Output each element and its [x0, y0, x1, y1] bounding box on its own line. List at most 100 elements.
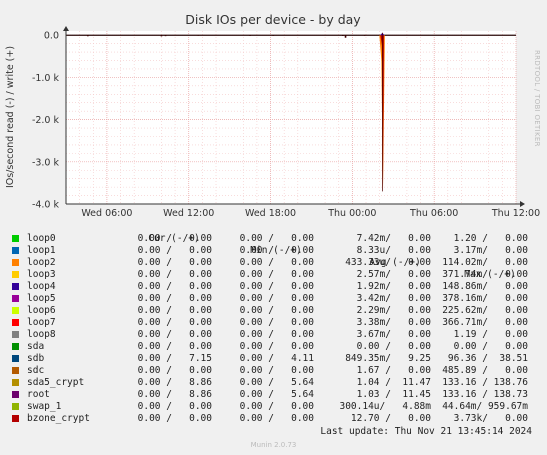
legend-cur: 0.00 / 0.00: [137, 233, 212, 244]
legend-avg: 7.42m/ 0.00: [356, 233, 431, 244]
legend-max: 96.36 / 38.51: [447, 353, 528, 364]
legend-series-name: loop8: [27, 329, 56, 340]
legend-cur: 0.00 / 0.00: [137, 293, 212, 304]
y-tick-label: -1.0 k: [32, 73, 60, 84]
x-tick-label: Wed 06:00: [81, 208, 132, 219]
legend-min: 0.00 / 4.11: [239, 353, 314, 364]
legend-avg: 1.03 / 11.45: [356, 389, 431, 400]
legend-min: 0.00 / 0.00: [239, 293, 314, 304]
legend-swatch: [12, 403, 19, 410]
legend-swatch: [12, 307, 19, 314]
legend-row: loop5 0.00 / 0.00 0.00 / 0.00 3.42m/ 0.00 37…: [12, 293, 528, 305]
legend-series-name: sdc: [27, 365, 45, 376]
x-tick-label: Thu 12:00: [491, 208, 540, 219]
legend-series-name: sdb: [27, 353, 45, 364]
legend-cur: 0.00 / 0.00: [137, 305, 212, 316]
legend-row: swap_1 0.00 / 0.00 0.00 / 0.00 300.14u/ 4.8…: [12, 401, 528, 413]
legend-avg: 2.57m/ 0.00: [356, 269, 431, 280]
legend-series-name: sda: [27, 341, 45, 352]
plot-area: [66, 31, 516, 204]
legend-row: sda 0.00 / 0.00 0.00 / 0.00 0.00 / 0.00 0.00…: [12, 341, 528, 353]
y-tick-label: 0.0: [44, 31, 59, 42]
last-update: Last update: Thu Nov 21 13:45:14 2024: [320, 426, 532, 437]
legend-series-name: loop1: [27, 245, 56, 256]
legend-header: Cur (-/+) Min (-/+) Avg (-/+) Max (-/+): [12, 221, 515, 280]
y-axis-label: IOs/second read (-) / write (+): [5, 46, 16, 188]
legend-max: 3.17m/ 0.00: [453, 245, 528, 256]
legend-min: 0.00 / 0.00: [239, 305, 314, 316]
legend-avg: 1.04 / 11.47: [356, 377, 431, 388]
x-tick-label: Thu 06:00: [409, 208, 458, 219]
y-tick-label: -3.0 k: [32, 157, 60, 168]
legend-row: loop3 0.00 / 0.00 0.00 / 0.00 2.57m/ 0.00 37…: [12, 269, 528, 281]
legend-avg: 300.14u/ 4.88m: [339, 401, 431, 412]
legend-cur: 0.00 / 0.00: [137, 317, 212, 328]
legend-row: loop6 0.00 / 0.00 0.00 / 0.00 2.29m/ 0.00 22…: [12, 305, 528, 317]
x-tick-label: Wed 12:00: [163, 208, 214, 219]
legend-swatch: [12, 247, 19, 254]
legend-avg: 2.29m/ 0.00: [356, 305, 431, 316]
legend: Cur (-/+) Min (-/+) Avg (-/+) Max (-/+) …: [12, 221, 528, 425]
legend-row: sdb 0.00 / 7.15 0.00 / 4.11 849.35m/ 9.25 96…: [12, 353, 528, 365]
legend-series-name: swap_1: [27, 401, 62, 412]
legend-swatch: [12, 391, 19, 398]
legend-cur: 0.00 / 0.00: [137, 245, 212, 256]
legend-min: 0.00 / 0.00: [239, 269, 314, 280]
legend-swatch: [12, 331, 19, 338]
legend-series-name: loop2: [27, 257, 56, 268]
legend-swatch: [12, 295, 19, 302]
legend-cur: 0.00 / 0.00: [137, 257, 212, 268]
legend-series-name: loop7: [27, 317, 56, 328]
legend-max: 485.89 / 0.00: [442, 365, 528, 376]
x-tick-label: Thu 00:00: [327, 208, 376, 219]
legend-series-name: loop5: [27, 293, 56, 304]
legend-series-name: root: [27, 389, 50, 400]
legend-min: 0.00 / 0.00: [239, 341, 314, 352]
x-tick-label: Wed 18:00: [245, 208, 296, 219]
legend-min: 0.00 / 0.00: [239, 233, 314, 244]
legend-row: loop0 0.00 / 0.00 0.00 / 0.00 7.42m/ 0.00 1.…: [12, 233, 528, 245]
legend-max: 0.00 / 0.00: [453, 341, 528, 352]
legend-min: 0.00 / 5.64: [239, 377, 314, 388]
legend-rows: loop0 0.00 / 0.00 0.00 / 0.00 7.42m/ 0.00 1.…: [12, 233, 528, 425]
legend-row: loop2 0.00 / 0.00 0.00 / 0.00 433.33u/ 0.00…: [12, 257, 528, 269]
legend-swatch: [12, 379, 19, 386]
legend-avg: 8.33u/ 0.00: [356, 245, 431, 256]
x-axis-arrow: [520, 201, 525, 207]
legend-avg: 433.33u/ 0.00: [345, 257, 431, 268]
side-label: RRDTOOL / TOBI OETIKER: [533, 50, 541, 147]
y-tick-label: -2.0 k: [32, 115, 60, 126]
legend-cur: 0.00 / 8.86: [137, 377, 212, 388]
legend-max: 378.16m/ 0.00: [442, 293, 528, 304]
legend-swatch: [12, 235, 19, 242]
legend-min: 0.00 / 0.00: [239, 401, 314, 412]
legend-min: 0.00 / 5.64: [239, 389, 314, 400]
legend-series-name: loop3: [27, 269, 56, 280]
legend-min: 0.00 / 0.00: [239, 245, 314, 256]
legend-max: 44.64m/ 959.67m: [442, 401, 528, 412]
legend-row: loop1 0.00 / 0.00 0.00 / 0.00 8.33u/ 0.00 3.…: [12, 245, 528, 257]
legend-cur: 0.00 / 0.00: [137, 269, 212, 280]
legend-avg: 12.70 / 0.00: [350, 413, 431, 424]
legend-swatch: [12, 271, 19, 278]
legend-row: loop7 0.00 / 0.00 0.00 / 0.00 3.38m/ 0.00 36…: [12, 317, 528, 329]
legend-min: 0.00 / 0.00: [239, 413, 314, 424]
legend-cur: 0.00 / 0.00: [137, 341, 212, 352]
legend-avg: 849.35m/ 9.25: [345, 353, 431, 364]
legend-swatch: [12, 319, 19, 326]
legend-cur: 0.00 / 0.00: [137, 413, 212, 424]
legend-series-name: sda5_crypt: [27, 377, 85, 388]
legend-cur: 0.00 / 0.00: [137, 365, 212, 376]
legend-min: 0.00 / 0.00: [239, 257, 314, 268]
legend-series-name: loop0: [27, 233, 56, 244]
legend-row: sdc 0.00 / 0.00 0.00 / 0.00 1.67 / 0.00 485.…: [12, 365, 528, 377]
legend-row: bzone_crypt 0.00 / 0.00 0.00 / 0.00 12.70 /…: [12, 413, 528, 425]
legend-max: 133.16 / 138.76: [442, 377, 528, 388]
legend-swatch: [12, 259, 19, 266]
y-tick-label: -4.0 k: [32, 200, 60, 211]
legend-max: 225.62m/ 0.00: [442, 305, 528, 316]
legend-max: 371.74m/ 0.00: [442, 269, 528, 280]
legend-max: 1.20 / 0.00: [453, 233, 528, 244]
legend-swatch: [12, 415, 19, 422]
legend-max: 148.86m/ 0.00: [442, 281, 528, 292]
